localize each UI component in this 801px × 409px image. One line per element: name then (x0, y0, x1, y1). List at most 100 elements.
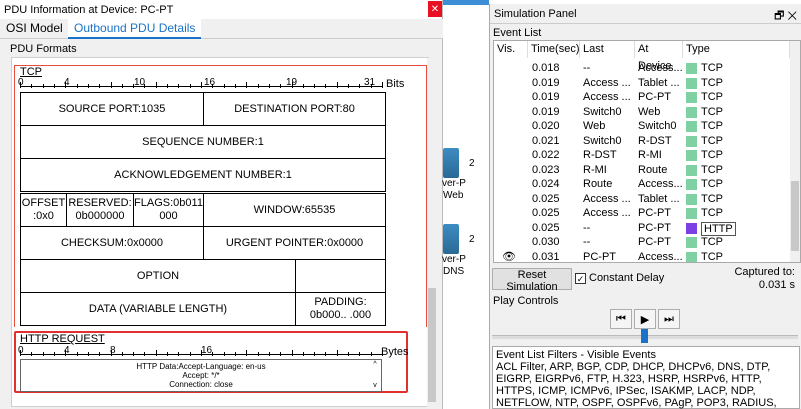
server-icon[interactable] (443, 148, 459, 178)
event-row[interactable]: 0.025 Access ... Tablet ... TCP (494, 192, 790, 207)
window-controls-icon[interactable]: 🗗 ✕ (774, 7, 797, 26)
event-list-label: Event List (493, 27, 542, 39)
ruler-tick (122, 84, 123, 88)
event-row[interactable]: 0.025 -- PC-PT HTTP (494, 221, 790, 236)
event-list-scrollbar[interactable] (790, 41, 800, 262)
http-bytes-label: Bytes (381, 346, 409, 358)
event-type-color (686, 150, 697, 161)
column-header[interactable]: At Device (635, 41, 683, 72)
event-row[interactable]: 0.021 Switch0 R-DST TCP (494, 134, 790, 149)
pdu-info-window: PDU Information at Device: PC-PT ✕ OSI M… (0, 0, 443, 409)
play-icon[interactable]: ▶ (634, 309, 656, 329)
http-data-line: Connection: close (169, 380, 233, 389)
ruler-tick (292, 82, 293, 88)
event-row[interactable]: 0.030 -- PC-PT TCP (494, 235, 790, 250)
reset-simulation-button[interactable]: Reset Simulation (492, 268, 572, 293)
event-type: TCP (701, 236, 723, 248)
ruler-tick (190, 352, 191, 356)
pdu-scrollbar[interactable] (427, 58, 437, 408)
event-time: 0.025 (532, 221, 560, 234)
http-title: HTTP REQUEST (20, 333, 105, 345)
event-row[interactable]: 0.020 Web Switch0 TCP (494, 119, 790, 134)
device-label: DNS (443, 266, 465, 277)
column-header[interactable]: Last Device (580, 41, 635, 58)
pdu-scroll-thumb[interactable] (428, 288, 436, 402)
event-row[interactable]: 0.019 Access ... Tablet ... TCP (494, 76, 790, 91)
ruler-tick (133, 352, 134, 356)
ruler-tick (20, 82, 21, 88)
ruler-tick (325, 84, 326, 88)
ruler-tick (133, 84, 134, 88)
ruler-tick (31, 352, 32, 356)
event-type: TCP (701, 105, 723, 118)
event-vis: 👁 (502, 250, 516, 263)
event-last-device: -- (583, 236, 591, 248)
event-time: 0.030 (532, 236, 560, 248)
ruler-tick (111, 350, 112, 356)
tcp-bits-label: Bits (386, 78, 405, 90)
column-header[interactable]: Time(sec) (528, 41, 580, 58)
ruler-tick (111, 82, 112, 88)
filters-title: Event List Filters - Visible Events (496, 349, 656, 361)
scroll-up-icon[interactable]: ^ (370, 361, 380, 369)
ruler-tick (269, 352, 270, 356)
event-row[interactable]: 0.023 R-MI Route TCP (494, 163, 790, 178)
server-icon[interactable] (443, 224, 459, 254)
device-label: Web (443, 190, 464, 201)
pdu-window-title: PDU Information at Device: PC-PT (0, 0, 442, 19)
ruler-tick (314, 84, 315, 88)
event-row[interactable]: 0.019 Switch0 Web TCP (494, 105, 790, 120)
tab-outbound-pdu-details[interactable]: Outbound PDU Details (68, 19, 202, 39)
toolbar-strip (443, 0, 489, 5)
tcp-checksum: CHECKSUM:0x0000 (20, 226, 204, 260)
simulation-panel: Simulation Panel 🗗 ✕ Event List Vis. Tim… (489, 4, 801, 409)
event-type-color (686, 164, 697, 176)
ruler-tick (224, 352, 225, 356)
tcp-flags: FLAGS:0b011 000 (133, 193, 204, 227)
event-list-scroll-thumb[interactable] (791, 181, 799, 251)
event-at-device: PC-PT (638, 221, 671, 234)
event-row[interactable]: 0.018 -- Access... TCP (494, 61, 790, 76)
ruler-tick (258, 84, 259, 88)
ruler-tick (178, 84, 179, 88)
pdu-formats-label: PDU Formats (10, 43, 77, 55)
event-time: 0.019 (532, 91, 560, 103)
play-speed-slider-thumb[interactable] (641, 329, 648, 343)
ruler-tick (258, 352, 259, 356)
ruler-tick (122, 352, 123, 356)
captured-to: Captured to: 0.031 s (734, 266, 795, 292)
column-header[interactable]: Vis. (494, 41, 528, 58)
ruler-tick (280, 84, 281, 88)
event-type: TCP (701, 149, 723, 161)
constant-delay-checkbox[interactable]: ✓ Constant Delay (575, 272, 664, 284)
ruler-tick (382, 350, 383, 356)
event-time: 0.024 (532, 178, 560, 190)
event-last-device: R-MI (583, 163, 607, 176)
scroll-down-icon[interactable]: v (370, 382, 380, 390)
column-header[interactable]: Type (683, 41, 790, 58)
event-type: TCP (701, 192, 723, 205)
event-row[interactable]: 0.025 Access ... PC-PT TCP (494, 206, 790, 221)
event-type-color (686, 222, 697, 234)
close-icon[interactable]: ✕ (428, 1, 442, 17)
step-forward-icon[interactable]: ⏭ (658, 309, 680, 329)
tcp-sequence-number: SEQUENCE NUMBER:1 (20, 125, 386, 159)
tab-osi-model[interactable]: OSI Model (0, 19, 69, 39)
checkbox-checked-icon[interactable]: ✓ (575, 272, 586, 284)
captured-to-value: 0.031 s (758, 279, 795, 291)
tcp-urgent-pointer: URGENT POINTER:0x0000 (203, 226, 386, 260)
ruler-tick (269, 84, 270, 88)
ruler-tick (167, 84, 168, 88)
event-type: TCP (701, 134, 723, 147)
event-last-device: Access ... (583, 91, 631, 103)
event-row[interactable]: 0.022 R-DST R-MI TCP (494, 148, 790, 163)
ruler-tick (337, 82, 338, 88)
event-time: 0.023 (532, 163, 560, 176)
event-row[interactable]: 0.024 Route Access... TCP (494, 177, 790, 192)
event-row[interactable]: 👁 0.031 PC-PT Access... TCP (494, 250, 790, 263)
event-row[interactable]: 0.019 Access ... PC-PT TCP (494, 90, 790, 105)
step-back-icon[interactable]: ⏮ (610, 309, 632, 329)
pdu-tab-bar: OSI Model Outbound PDU Details (0, 19, 443, 39)
event-at-device: PC-PT (638, 91, 671, 103)
tcp-ruler-label: 31 (364, 77, 376, 88)
